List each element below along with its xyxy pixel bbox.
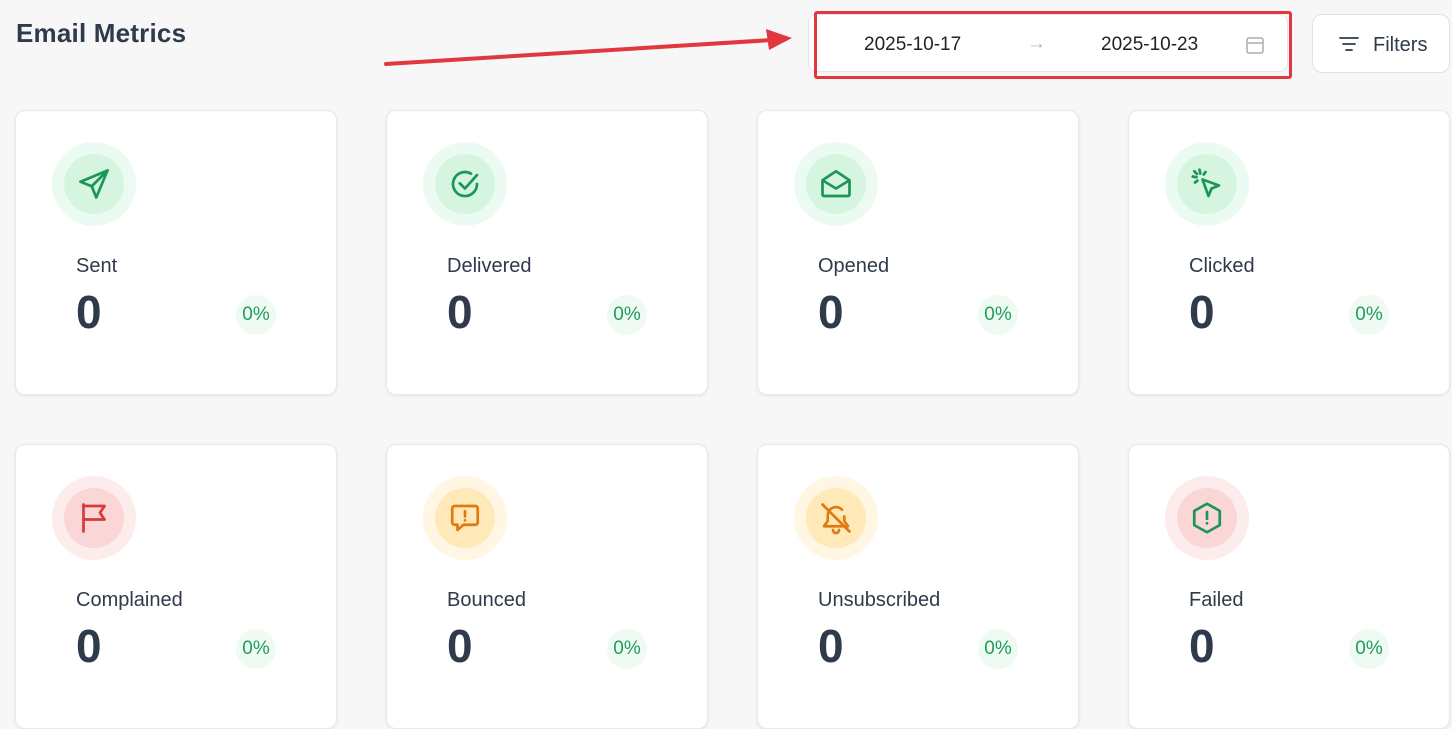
metric-value: 0 <box>447 620 473 672</box>
metric-percent-badge: 0% <box>978 295 1018 335</box>
metric-percent-badge: 0% <box>236 629 276 669</box>
metric-value: 0 <box>447 286 473 338</box>
date-range-picker[interactable]: 2025-10-17 → 2025-10-23 <box>808 14 1288 72</box>
metric-value: 0 <box>1189 286 1215 338</box>
page-title: Email Metrics <box>16 18 187 48</box>
date-range-arrow: → <box>1027 33 1046 54</box>
metric-percent-badge: 0% <box>1349 629 1389 669</box>
metric-percent-badge: 0% <box>978 629 1018 669</box>
check-circle-icon <box>435 154 495 214</box>
metric-card-bounced: Bounced 0 0% <box>386 444 708 729</box>
metric-card-delivered: Delivered 0 0% <box>386 110 708 395</box>
metric-label: Failed <box>1189 589 1244 611</box>
metric-label: Sent <box>76 255 118 277</box>
metric-percent-badge: 0% <box>236 295 276 335</box>
metric-label: Delivered <box>447 255 532 277</box>
metric-value: 0 <box>76 620 102 672</box>
bell-off-icon <box>806 488 866 548</box>
metric-label: Bounced <box>447 589 526 611</box>
filters-label: Filters <box>1373 34 1428 56</box>
metric-value: 0 <box>818 620 844 672</box>
metric-percent-badge: 0% <box>607 629 647 669</box>
annotation-arrow <box>384 29 792 66</box>
metric-card-failed: Failed 0 0% <box>1128 444 1450 729</box>
metric-card-clicked: Clicked 0 0% <box>1128 110 1450 395</box>
metric-value: 0 <box>1189 620 1215 672</box>
metric-card-opened: Opened 0 0% <box>757 110 1079 395</box>
metric-value: 0 <box>818 286 844 338</box>
metric-card-sent: Sent 0 0% <box>15 110 337 395</box>
calendar-icon[interactable] <box>1245 35 1265 60</box>
metric-card-complained: Complained 0 0% <box>15 444 337 729</box>
metric-label: Opened <box>818 255 890 277</box>
metric-label: Complained <box>76 589 183 611</box>
start-date-input[interactable]: 2025-10-17 <box>864 34 961 56</box>
metric-label: Unsubscribed <box>818 589 941 611</box>
alert-hexagon-icon <box>1177 488 1237 548</box>
metric-value: 0 <box>76 286 102 338</box>
end-date-input[interactable]: 2025-10-23 <box>1101 34 1198 56</box>
filter-lines-icon <box>1339 35 1359 58</box>
metric-card-unsubscribed: Unsubscribed 0 0% <box>757 444 1079 729</box>
mail-open-icon <box>806 154 866 214</box>
filters-button[interactable]: Filters <box>1312 14 1450 73</box>
metric-label: Clicked <box>1189 255 1255 277</box>
metric-percent-badge: 0% <box>607 295 647 335</box>
send-icon <box>64 154 124 214</box>
flag-icon <box>64 488 124 548</box>
click-pointer-icon <box>1177 154 1237 214</box>
message-alert-icon <box>435 488 495 548</box>
metric-percent-badge: 0% <box>1349 295 1389 335</box>
